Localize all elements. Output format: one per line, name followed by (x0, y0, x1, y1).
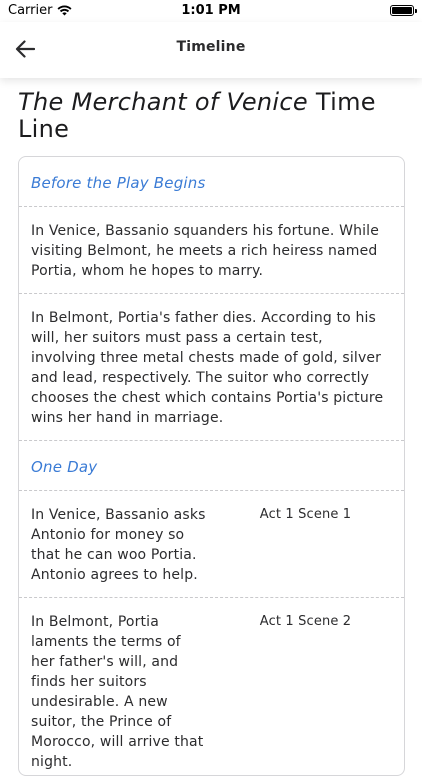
status-bar: Carrier 1:01 PM (0, 0, 422, 22)
timeline-entry: In Venice, Bassanio squanders his fortun… (19, 207, 404, 294)
navigation-bar: Timeline (0, 22, 422, 78)
nav-title: Timeline (176, 39, 246, 55)
timeline-entry: In Belmont, Portia's father dies. Accord… (19, 294, 404, 441)
section-header-one-day: One Day (19, 441, 404, 491)
page-title-play-name: The Merchant of Venice (18, 88, 308, 116)
status-time: 1:01 PM (181, 3, 241, 18)
section-header-before-play: Before the Play Begins (19, 157, 404, 207)
battery-icon (390, 5, 417, 16)
timeline-entry: In Belmont, Portia laments the terms of … (19, 598, 404, 775)
scene-reference: Act 1 Scene 1 (259, 507, 352, 522)
scene-reference: Act 1 Scene 2 (259, 614, 352, 629)
timeline-entry-text: In Belmont, Portia laments the terms of … (31, 614, 204, 770)
page-title: The Merchant of Venice Time Line (18, 89, 408, 143)
timeline-card: Before the Play Begins In Venice, Bassan… (18, 156, 405, 776)
timeline-entry: In Venice, Bassanio asks Antonio for mon… (19, 491, 404, 598)
timeline-entry-text: In Venice, Bassanio asks Antonio for mon… (31, 507, 206, 583)
